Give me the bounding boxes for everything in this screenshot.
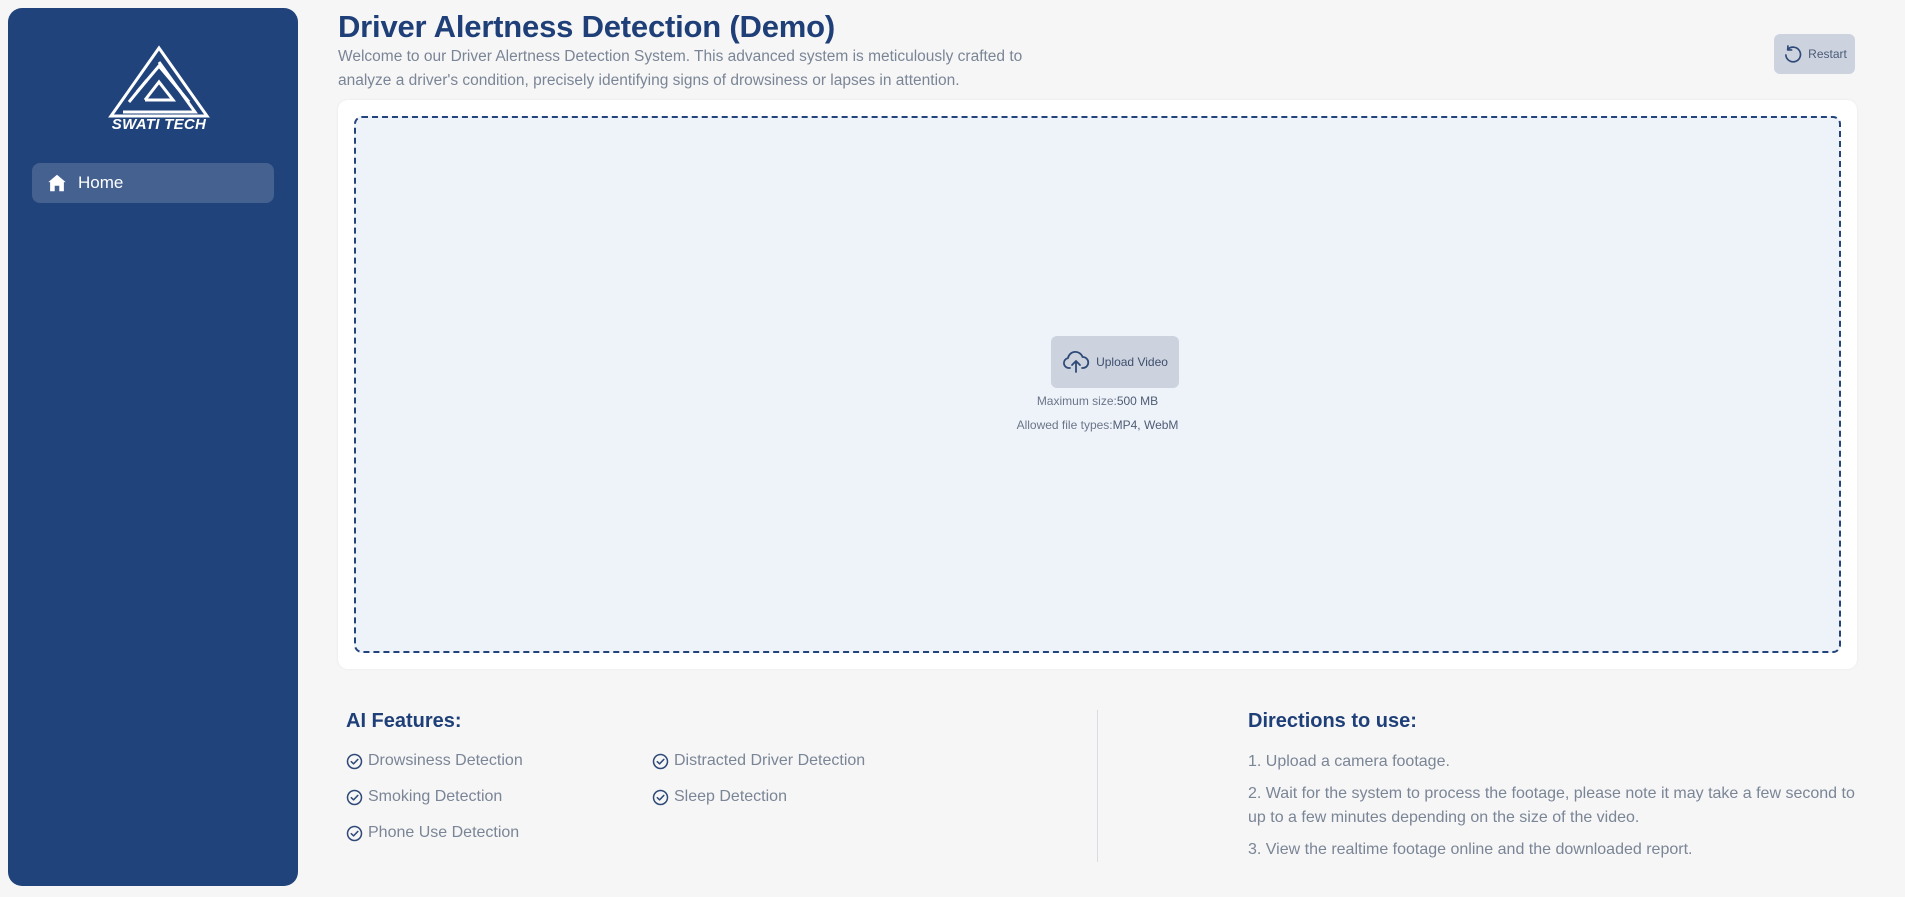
feature-item: Sleep Detection xyxy=(652,788,787,806)
restart-button-label: Restart xyxy=(1808,47,1847,61)
direction-step: 3. View the realtime footage online and … xyxy=(1248,841,1693,858)
check-circle-icon xyxy=(652,753,669,770)
company-logo: SWATI TECH xyxy=(103,44,215,134)
check-circle-icon xyxy=(346,753,363,770)
upload-video-label: Upload Video xyxy=(1096,355,1168,369)
directions-title: Directions to use: xyxy=(1248,710,1417,732)
sidebar-item-label: Home xyxy=(78,173,124,192)
feature-label: Sleep Detection xyxy=(674,788,787,805)
page-title: Driver Alertness Detection (Demo) xyxy=(338,9,835,44)
max-size-note: Maximum size:500 MB xyxy=(356,394,1839,408)
sidebar-item-home[interactable]: Home xyxy=(32,163,274,203)
features-title: AI Features: xyxy=(346,710,462,732)
video-dropzone[interactable]: Upload Video Maximum size:500 MB Allowed… xyxy=(354,116,1841,653)
cloud-upload-icon xyxy=(1062,350,1090,374)
triangle-logo-icon xyxy=(108,45,210,118)
feature-label: Phone Use Detection xyxy=(368,824,520,841)
restart-button[interactable]: Restart xyxy=(1774,34,1855,74)
file-types-value: MP4, WebM xyxy=(1112,418,1179,432)
restart-icon xyxy=(1782,43,1804,65)
section-divider xyxy=(1097,710,1098,862)
feature-item: Distracted Driver Detection xyxy=(652,752,865,770)
feature-item: Phone Use Detection xyxy=(346,824,519,842)
feature-label: Smoking Detection xyxy=(368,788,503,805)
check-circle-icon xyxy=(346,789,363,806)
logo-text: SWATI TECH xyxy=(111,116,207,133)
feature-item: Drowsiness Detection xyxy=(346,752,523,770)
file-types-label: Allowed file types: xyxy=(1016,418,1113,432)
check-circle-icon xyxy=(652,789,669,806)
upload-card: Upload Video Maximum size:500 MB Allowed… xyxy=(338,100,1857,669)
feature-item: Smoking Detection xyxy=(346,788,502,806)
feature-label: Drowsiness Detection xyxy=(368,752,523,769)
max-size-value: 500 MB xyxy=(1116,394,1159,408)
direction-step: 2. Wait for the system to process the fo… xyxy=(1248,785,1855,826)
page-description: Welcome to our Driver Alertness Detectio… xyxy=(338,48,1023,89)
file-types-note: Allowed file types:MP4, WebM xyxy=(356,418,1839,432)
direction-step: 1. Upload a camera footage. xyxy=(1248,753,1450,770)
upload-video-button[interactable]: Upload Video xyxy=(1051,336,1179,388)
max-size-label: Maximum size: xyxy=(1036,394,1117,408)
home-icon xyxy=(46,172,68,194)
check-circle-icon xyxy=(346,825,363,842)
feature-label: Distracted Driver Detection xyxy=(674,752,866,769)
sidebar: SWATI TECH Home xyxy=(8,8,298,886)
